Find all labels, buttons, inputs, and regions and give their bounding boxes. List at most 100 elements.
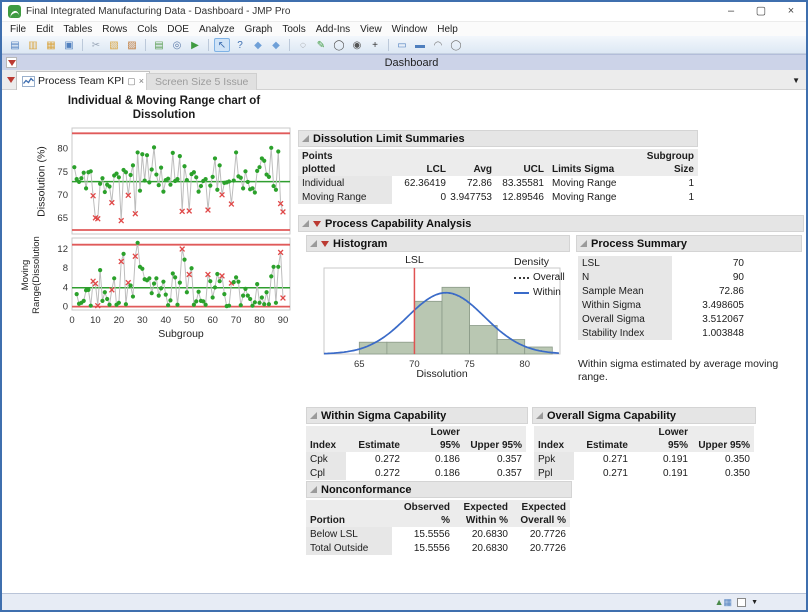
menu-tables[interactable]: Tables (58, 24, 97, 35)
disclosure-icon[interactable] (310, 412, 317, 419)
close-button[interactable]: × (776, 2, 806, 21)
menu-analyze[interactable]: Analyze (194, 24, 240, 35)
menu-help[interactable]: Help (432, 24, 463, 35)
table-cell: 62.36419 (392, 176, 450, 190)
toolbar-separator (145, 39, 146, 51)
crosshair-icon[interactable]: + (367, 38, 383, 52)
dashboard-menu-button[interactable] (6, 57, 17, 68)
paste-icon[interactable]: ▨ (124, 38, 140, 52)
table-cell: 0.357 (464, 452, 526, 466)
copy-icon[interactable]: ▧ (106, 38, 122, 52)
open-folder-icon[interactable]: ▦ (43, 38, 59, 52)
jmp-window: Final Integrated Manufacturing Data - Da… (0, 0, 808, 612)
svg-text:10: 10 (90, 315, 101, 326)
menu-edit[interactable]: Edit (31, 24, 58, 35)
table-cell: 0.191 (632, 452, 692, 466)
disclosure-icon[interactable] (310, 486, 317, 493)
column-header: Index (306, 426, 346, 452)
menu-file[interactable]: File (5, 24, 31, 35)
back-icon[interactable]: ◆ (250, 38, 266, 52)
run-script-icon[interactable]: ▶ (187, 38, 203, 52)
float-window-icon[interactable]: ▲ (715, 597, 724, 607)
table-cell: 90 (672, 270, 748, 284)
status-icons: ▲▦ (715, 596, 732, 608)
table-cell: 0 (392, 190, 450, 204)
limit-summaries-table: Points plottedLCLAvgUCLLimits SigmaSubgr… (298, 149, 698, 204)
section-title: Within Sigma Capability (321, 410, 446, 422)
svg-text:50: 50 (184, 315, 195, 326)
column-header: Points plotted (298, 149, 392, 176)
disclosure-icon[interactable] (310, 240, 317, 247)
tab-menu-red-triangle-icon[interactable] (7, 77, 15, 83)
save-icon[interactable]: ▣ (61, 38, 77, 52)
forward-icon[interactable]: ◆ (268, 38, 284, 52)
histogram-x-axis-label: Dissolution (324, 368, 560, 380)
tab-close-icon[interactable]: × (139, 76, 144, 86)
table-cell: 12.89546 (496, 190, 548, 204)
open-icon[interactable]: ▥ (25, 38, 41, 52)
disclosure-icon[interactable] (580, 240, 587, 247)
window-title: Final Integrated Manufacturing Data - Da… (26, 6, 716, 17)
menu-doe[interactable]: DOE (162, 24, 194, 35)
magnifier-icon[interactable]: ◯ (331, 38, 347, 52)
disclosure-icon[interactable] (302, 135, 309, 142)
table-cell: Individual (298, 176, 392, 190)
brush-icon[interactable]: ✎ (313, 38, 329, 52)
table-cell: Ppk (534, 452, 574, 466)
annotate-icon[interactable]: ▭ (394, 38, 410, 52)
menu-tools[interactable]: Tools (277, 24, 310, 35)
minimize-button[interactable]: – (716, 2, 746, 21)
lasso-icon[interactable]: ◌ (295, 38, 311, 52)
legend-entry: Overall (533, 272, 565, 283)
new-data-table-icon[interactable]: ▤ (7, 38, 23, 52)
section-title: Overall Sigma Capability (547, 410, 676, 422)
oval-shape-icon[interactable]: ◯ (448, 38, 464, 52)
arrow-cursor-icon[interactable]: ↖ (214, 38, 230, 52)
capture-icon[interactable]: ▬ (412, 38, 428, 52)
table-cell: 0.271 (574, 466, 632, 480)
status-checkbox[interactable] (737, 598, 746, 607)
table-cell: 0.350 (692, 452, 754, 466)
disclosure-icon[interactable] (302, 220, 309, 227)
menu-cols[interactable]: Cols (132, 24, 162, 35)
menu-view[interactable]: View (355, 24, 387, 35)
tab-overflow-caret-icon[interactable]: ▼ (792, 76, 800, 85)
menu-add-ins[interactable]: Add-Ins (311, 24, 355, 35)
tab-process-team-kpi[interactable]: Process Team KPI ▢ × (16, 71, 150, 90)
data-table-icon[interactable]: ▦ (724, 597, 733, 607)
status-bar: ▲▦ ▼ (2, 593, 806, 610)
table-cell: 3.512067 (672, 312, 748, 326)
table-cell: N (578, 270, 672, 284)
moving-range-chart[interactable]: 048120102030405060708090 (46, 234, 294, 330)
table-cell: Within Sigma (578, 298, 672, 312)
help-icon[interactable]: ? (232, 38, 248, 52)
maximize-button[interactable]: ▢ (746, 2, 776, 21)
red-triangle-menu-icon[interactable] (321, 241, 329, 247)
table-cell: 20.6830 (454, 541, 512, 555)
tab-screen-size-5-issue[interactable]: Screen Size 5 Issue (146, 73, 257, 90)
menu-rows[interactable]: Rows (97, 24, 132, 35)
svg-text:8: 8 (63, 263, 68, 274)
cut-icon[interactable]: ✂ (88, 38, 104, 52)
process-summary-table: LSL70N90Sample Mean72.86Within Sigma3.49… (578, 256, 748, 340)
dashboard-bar: Dashboard (2, 54, 806, 70)
red-triangle-menu-icon[interactable] (313, 221, 321, 227)
table-cell: Cpl (306, 466, 346, 480)
svg-text:65: 65 (57, 213, 68, 224)
search-icon[interactable]: ◎ (169, 38, 185, 52)
zoom-icon[interactable]: ◉ (349, 38, 365, 52)
menu-graph[interactable]: Graph (240, 24, 278, 35)
disclosure-icon[interactable] (536, 412, 543, 419)
cloud-shape-icon[interactable]: ◠ (430, 38, 446, 52)
column-header: Expected Overall % (512, 500, 570, 527)
status-caret-icon[interactable]: ▼ (751, 599, 758, 606)
individuals-chart[interactable]: 65707580 (46, 124, 294, 236)
process-capability-band: Process Capability Analysis (298, 215, 804, 232)
menu-window[interactable]: Window (387, 24, 433, 35)
within-curve-swatch (514, 292, 529, 294)
svg-text:20: 20 (114, 315, 125, 326)
table-cell: 20.6830 (454, 527, 512, 541)
table-cell: 0.191 (632, 466, 692, 480)
tab-detach-icon[interactable]: ▢ (127, 76, 136, 86)
journal-icon[interactable]: ▤ (151, 38, 167, 52)
